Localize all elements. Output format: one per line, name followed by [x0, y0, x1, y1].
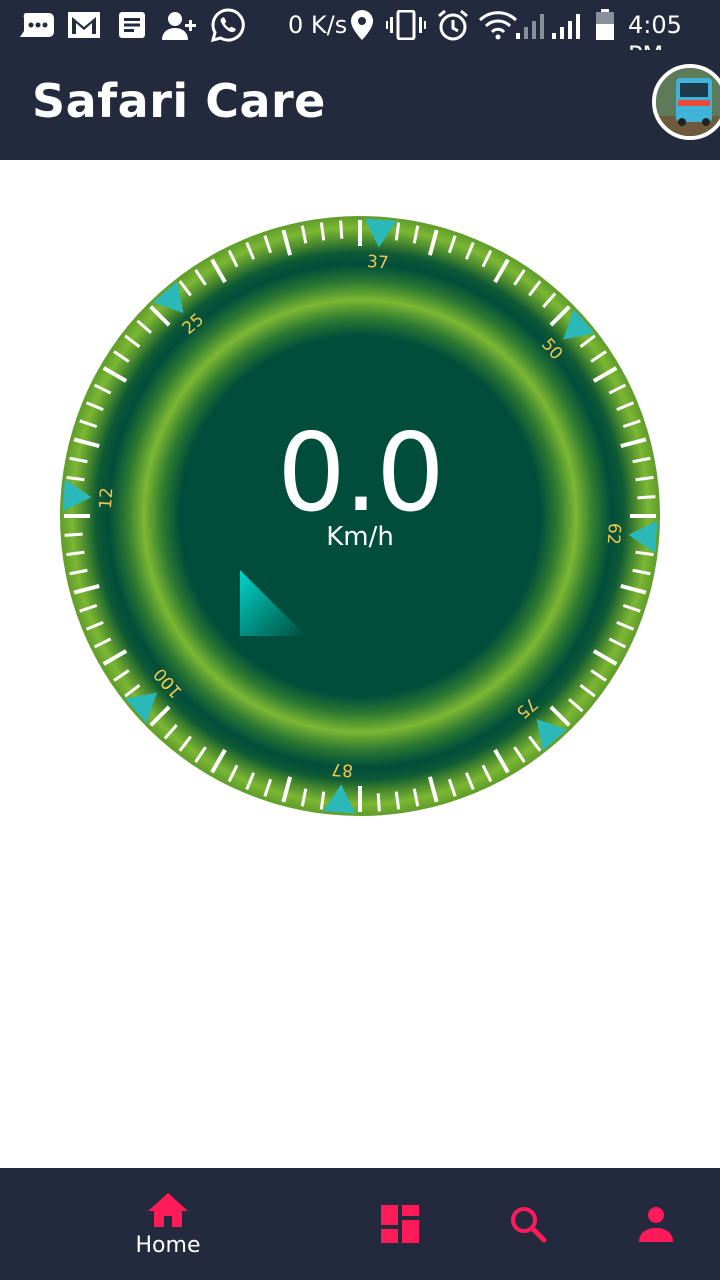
speed-value: 0.0	[277, 411, 445, 536]
page-title: Safari Care	[32, 74, 326, 128]
avatar[interactable]	[652, 64, 720, 140]
wifi-icon	[478, 8, 518, 42]
search-icon	[511, 1207, 547, 1243]
speedometer: 0 12 25 37 50 62 75 87 100 0.0 Km/h	[60, 216, 660, 816]
gauge-tick	[376, 793, 381, 812]
add-contact-icon	[162, 8, 198, 42]
status-bar: 0 K/s 4:05 PM	[0, 0, 720, 69]
vibrate-icon	[386, 8, 426, 42]
scale-label-87: 87	[331, 759, 354, 780]
nav-dashboard[interactable]	[370, 1168, 430, 1280]
net-speed: 0 K/s	[288, 11, 348, 39]
person-icon	[639, 1207, 673, 1242]
message-icon	[18, 8, 56, 42]
nav-home-label: Home	[135, 1232, 201, 1258]
vehicle-photo-icon	[656, 68, 720, 136]
signal-icon	[550, 8, 584, 42]
location-icon	[350, 8, 374, 42]
dashboard-icon	[381, 1205, 419, 1243]
gauge-tick	[339, 220, 344, 239]
speed-unit: Km/h	[326, 522, 394, 552]
battery-icon	[594, 8, 616, 42]
bottom-nav: Home	[0, 1168, 720, 1280]
nav-profile[interactable]	[626, 1168, 686, 1280]
app-bar: Safari Care	[0, 50, 720, 160]
nav-search[interactable]	[498, 1168, 558, 1280]
scale-label-37: 37	[366, 252, 389, 273]
alarm-icon	[436, 8, 470, 42]
notes-icon	[118, 8, 146, 42]
gmail-icon	[66, 8, 102, 42]
nav-home[interactable]: Home	[118, 1168, 218, 1280]
signal-weak-icon	[514, 8, 548, 42]
home-icon	[148, 1192, 188, 1227]
whatsapp-icon	[210, 8, 246, 42]
